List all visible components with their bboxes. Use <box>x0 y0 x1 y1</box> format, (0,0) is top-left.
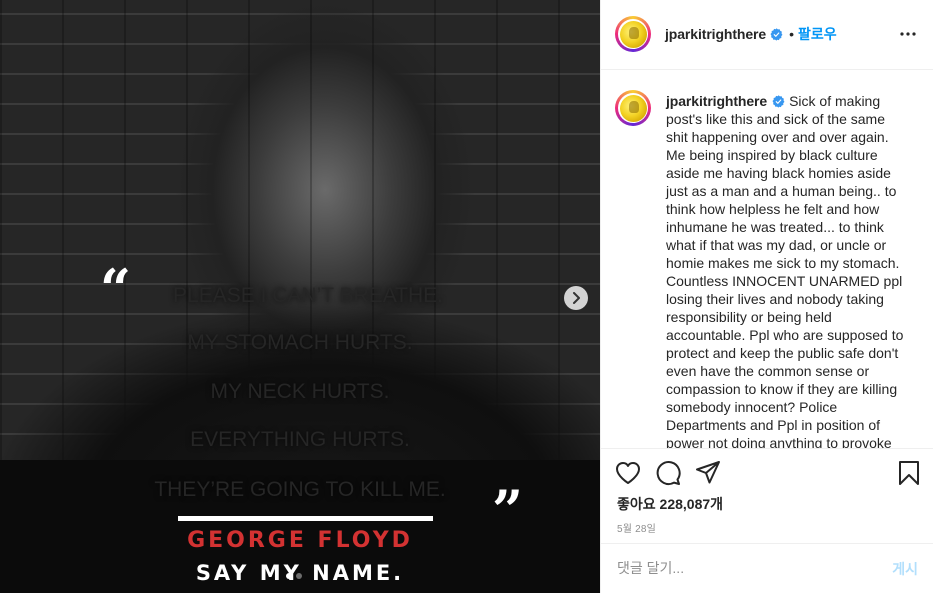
follow-button[interactable]: 팔로우 <box>798 24 837 44</box>
caption-username[interactable]: jparkitrighthere <box>666 93 767 109</box>
header-separator: • <box>789 26 794 42</box>
comment-form: 게시 <box>601 543 933 593</box>
header-author-row: jparkitrighthere • 팔로우 <box>665 24 837 44</box>
post-sidebar: jparkitrighthere • 팔로우 jparkitrighthere <box>600 0 933 593</box>
avatar-image <box>619 94 647 122</box>
carousel-dot <box>286 573 292 579</box>
carousel-next-button[interactable] <box>564 286 588 310</box>
post-header: jparkitrighthere • 팔로우 <box>601 0 933 70</box>
author-avatar[interactable] <box>615 16 651 52</box>
post-date[interactable]: 5월 28일 <box>617 520 656 535</box>
carousel-dot <box>296 573 302 579</box>
more-options-button[interactable] <box>898 24 918 44</box>
chevron-right-icon <box>573 292 580 304</box>
caption-text: Sick of making post's like this and sick… <box>666 93 904 448</box>
comments-scroll-area[interactable]: jparkitrighthere Sick of making post's l… <box>601 70 933 448</box>
comment-icon <box>656 461 681 485</box>
quote-line-2: MY STOMACH HURTS. <box>187 331 413 354</box>
quote-line-4: EVERYTHING HURTS. <box>190 428 410 451</box>
author-username[interactable]: jparkitrighthere <box>665 26 766 42</box>
comment-button[interactable] <box>654 459 682 487</box>
post-comment-button[interactable]: 게시 <box>892 559 918 579</box>
quote-line-3: MY NECK HURTS. <box>210 380 390 403</box>
verified-badge-icon <box>770 27 783 41</box>
post-actions: 좋아요 228,087개 5월 28일 <box>601 448 933 543</box>
like-count[interactable]: 좋아요 228,087개 <box>617 494 723 514</box>
more-horizontal-icon <box>900 32 916 36</box>
quote-line-1: PLEASE I CAN’T BREATHE. <box>173 284 443 307</box>
caption-author-avatar[interactable] <box>615 90 651 126</box>
heart-icon <box>616 462 640 484</box>
carousel-indicator <box>286 573 302 579</box>
name-divider <box>178 516 433 521</box>
avatar-ring-gap <box>618 19 648 49</box>
verified-badge-icon <box>772 95 785 108</box>
like-button[interactable] <box>614 459 642 487</box>
post-caption: jparkitrighthere Sick of making post's l… <box>666 92 906 448</box>
post-media[interactable]: “ PLEASE I CAN’T BREATHE. MY STOMACH HUR… <box>0 0 600 593</box>
comment-input[interactable] <box>617 556 857 580</box>
bookmark-icon <box>899 461 919 485</box>
share-icon <box>696 461 720 484</box>
save-button[interactable] <box>895 459 923 487</box>
share-button[interactable] <box>694 459 722 487</box>
avatar-ring-gap <box>618 93 648 123</box>
avatar-image <box>619 20 647 48</box>
featured-name: GEORGE FLOYD <box>187 528 413 553</box>
